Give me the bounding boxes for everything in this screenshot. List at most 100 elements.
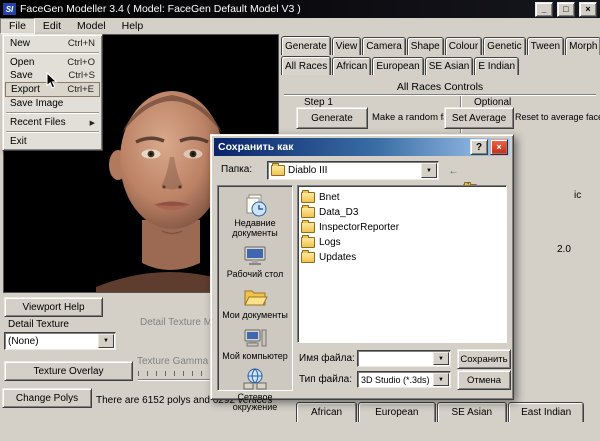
recent-documents-icon <box>242 192 268 218</box>
tab-generate[interactable]: Generate <box>281 36 331 55</box>
dialog-close-button[interactable]: × <box>490 139 508 155</box>
gamma-slider-ticks <box>138 371 210 376</box>
race-tab-se-asian[interactable]: SE Asian <box>425 57 474 75</box>
dropdown-arrow-icon[interactable]: ▼ <box>421 163 437 178</box>
minimize-button[interactable]: _ <box>535 2 553 17</box>
menu-help[interactable]: Help <box>114 19 152 33</box>
gamma-slider[interactable] <box>138 379 210 381</box>
detail-texture-label: Detail Texture <box>8 319 69 330</box>
tab-colour[interactable]: Colour <box>445 37 482 55</box>
all-races-controls-heading: All Races Controls <box>281 81 599 93</box>
place-my-documents[interactable]: Мои документы <box>219 284 291 320</box>
race-tab-european[interactable]: European <box>372 57 423 75</box>
file-list[interactable]: Bnet Data_D3 InspectorReporter Logs Upda… <box>297 185 507 343</box>
menu-item-new[interactable]: New Ctrl+N <box>5 37 100 50</box>
set-average-button[interactable]: Set Average <box>444 107 514 129</box>
change-polys-button[interactable]: Change Polys <box>2 388 92 408</box>
edge-fragment-top: ic <box>574 190 581 201</box>
menu-item-label: Open <box>10 57 34 68</box>
my-documents-icon <box>242 284 268 310</box>
back-button[interactable]: ← <box>445 162 462 180</box>
folder-select[interactable]: Diablo III ▼ <box>267 161 439 180</box>
folder-icon <box>301 222 315 233</box>
generate-button[interactable]: Generate <box>296 107 368 129</box>
bottom-tab-se-asian[interactable]: SE Asian <box>437 402 508 422</box>
dropdown-arrow-icon[interactable]: ▼ <box>433 352 449 365</box>
place-my-computer[interactable]: Мой компьютер <box>219 325 291 361</box>
dialog-help-button[interactable]: ? <box>470 139 488 155</box>
filetype-label: Тип файла: <box>299 374 352 385</box>
menubar: File Edit Model Help <box>0 18 600 34</box>
menu-item-exit[interactable]: Exit <box>5 135 100 148</box>
places-bar: Недавние документы Рабочий стол Мои доку… <box>217 185 293 391</box>
close-button[interactable]: × <box>579 2 597 17</box>
menu-separator <box>6 131 99 133</box>
folder-icon <box>301 252 315 263</box>
place-recent-documents[interactable]: Недавние документы <box>219 192 291 238</box>
main-tab-strip: Generate View Camera Shape Colour Geneti… <box>281 36 600 55</box>
menu-item-shortcut: Ctrl+S <box>68 70 95 81</box>
dropdown-arrow-icon[interactable]: ▼ <box>98 334 114 348</box>
bottom-tab-european[interactable]: European <box>358 402 435 422</box>
bottom-tab-east-indian[interactable]: East Indian <box>508 402 584 422</box>
tab-shape[interactable]: Shape <box>407 37 444 55</box>
tab-camera[interactable]: Camera <box>362 37 406 55</box>
bottom-tab-strip: African European SE Asian East Indian <box>296 402 585 422</box>
viewport-help-button[interactable]: Viewport Help <box>4 297 103 317</box>
place-label: Мой компьютер <box>222 351 288 361</box>
filename-input[interactable]: ▼ <box>357 350 451 367</box>
race-tab-e-indian[interactable]: E Indian <box>474 57 519 75</box>
filename-label: Имя файла: <box>299 353 355 364</box>
file-item-data-d3[interactable]: Data_D3 <box>301 205 503 220</box>
dropdown-arrow-icon[interactable]: ▼ <box>433 373 449 386</box>
place-label: Сетевое окружение <box>219 392 291 412</box>
folder-value: Diablo III <box>288 165 327 176</box>
tab-tween[interactable]: Tween <box>527 37 564 55</box>
menu-item-recent-files[interactable]: Recent Files ▶ <box>5 116 100 129</box>
race-tab-african[interactable]: African <box>332 57 371 75</box>
file-item-bnet[interactable]: Bnet <box>301 190 503 205</box>
save-button[interactable]: Сохранить <box>457 349 511 369</box>
place-label: Рабочий стол <box>227 269 284 279</box>
menu-edit[interactable]: Edit <box>35 19 69 33</box>
file-item-label: Data_D3 <box>319 207 358 218</box>
tab-morph[interactable]: Morph <box>565 37 600 55</box>
folder-icon <box>301 237 315 248</box>
menu-model[interactable]: Model <box>69 19 114 33</box>
place-desktop[interactable]: Рабочий стол <box>219 243 291 279</box>
network-icon <box>242 366 268 392</box>
menu-item-open[interactable]: Open Ctrl+O <box>5 56 100 69</box>
app-logo-icon: SI <box>3 3 16 15</box>
texture-overlay-button[interactable]: Texture Overlay <box>4 361 133 381</box>
bottom-tab-african[interactable]: African <box>296 402 357 422</box>
folder-icon <box>301 192 315 203</box>
dialog-titlebar[interactable]: Сохранить как ? × <box>214 138 510 156</box>
menu-file[interactable]: File <box>0 18 35 34</box>
detail-texture-select[interactable]: (None) ▼ <box>4 332 116 350</box>
cancel-button[interactable]: Отмена <box>457 370 511 390</box>
file-item-label: Bnet <box>319 192 340 203</box>
folder-icon <box>271 165 285 176</box>
tab-view[interactable]: View <box>332 37 362 55</box>
titlebar: SI FaceGen Modeller 3.4 ( Model: FaceGen… <box>0 0 600 18</box>
race-tab-strip: All Races African European SE Asian E In… <box>281 56 520 75</box>
place-label: Недавние документы <box>219 218 291 238</box>
menu-item-label: Recent Files <box>10 117 66 128</box>
filetype-select[interactable]: 3D Studio (*.3ds) ▼ <box>357 371 451 388</box>
file-item-updates[interactable]: Updates <box>301 250 503 265</box>
menu-separator <box>6 52 99 54</box>
texture-gamma-label: Texture Gamma C <box>137 356 218 367</box>
file-item-label: InspectorReporter <box>319 222 399 233</box>
race-tab-all-races[interactable]: All Races <box>281 56 331 75</box>
menu-item-label: Save Image <box>10 98 63 109</box>
my-computer-icon <box>242 325 268 351</box>
file-menu: New Ctrl+N Open Ctrl+O Save Ctrl+S Expor… <box>2 34 103 151</box>
place-network[interactable]: Сетевое окружение <box>219 366 291 412</box>
filetype-value: 3D Studio (*.3ds) <box>361 375 430 385</box>
file-item-label: Updates <box>319 252 356 263</box>
file-item-inspectorreporter[interactable]: InspectorReporter <box>301 220 503 235</box>
maximize-button[interactable]: □ <box>557 2 575 17</box>
tab-genetic[interactable]: Genetic <box>483 37 525 55</box>
menu-item-save-image[interactable]: Save Image <box>5 97 100 110</box>
file-item-logs[interactable]: Logs <box>301 235 503 250</box>
